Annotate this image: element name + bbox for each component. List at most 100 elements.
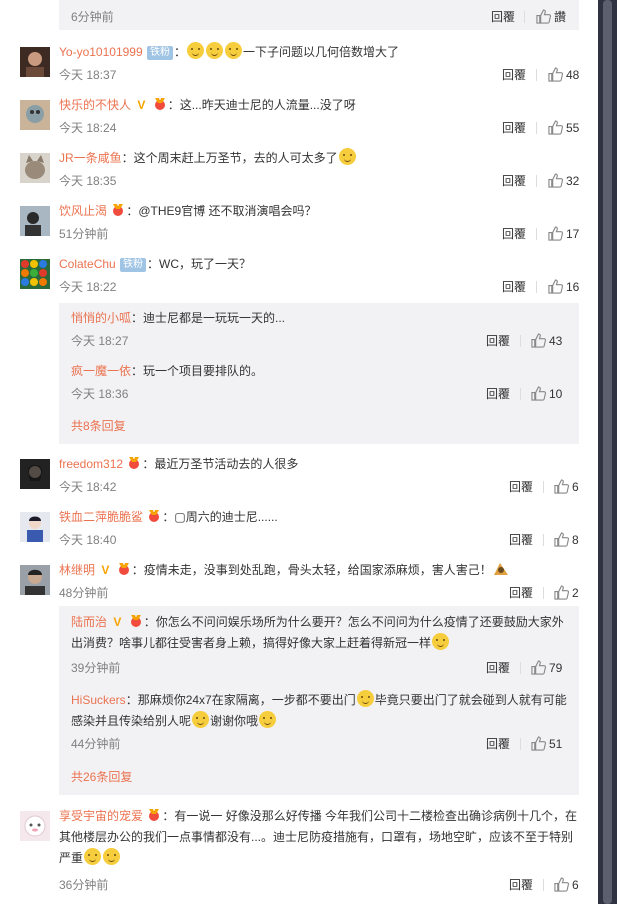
divider bbox=[536, 281, 537, 293]
view-more-replies-link[interactable]: 共8条回复 bbox=[71, 419, 126, 433]
divider bbox=[520, 738, 521, 750]
avatar[interactable] bbox=[20, 512, 50, 542]
avatar-image bbox=[20, 206, 50, 236]
divider bbox=[536, 69, 537, 81]
username[interactable]: 享受宇宙的宠爱 bbox=[59, 809, 143, 823]
comment-feed: 6分钟前 回覆 讚 Yo-yo10101999 铁粉：一下子问题以几何倍数增大了… bbox=[0, 0, 598, 904]
like-count: 43 bbox=[549, 334, 563, 348]
avatar[interactable] bbox=[20, 259, 50, 289]
reply-text: ：你怎么不问问娱乐场所为什么要开？怎么不问问为什么疫情了还要鼓励大家外出消费？啥… bbox=[71, 615, 564, 650]
username[interactable]: 快乐的不快人 bbox=[59, 98, 131, 112]
divider bbox=[536, 228, 537, 240]
comment-time: 今天 18:40 bbox=[59, 533, 117, 547]
emoji-icon bbox=[356, 690, 374, 707]
comment-time: 今天 18:35 bbox=[59, 174, 117, 188]
thumbs-up-icon bbox=[548, 173, 563, 188]
avatar-image bbox=[20, 259, 50, 289]
thumbs-up-icon bbox=[548, 279, 563, 294]
avatar[interactable] bbox=[20, 459, 50, 489]
avatar-image bbox=[20, 100, 50, 130]
like-count: 6 bbox=[572, 878, 579, 892]
reply-button[interactable]: 回覆 bbox=[502, 280, 526, 294]
username[interactable]: 疯一魔一依 bbox=[71, 364, 131, 378]
reply-button[interactable]: 回覆 bbox=[491, 10, 515, 24]
username[interactable]: ColateChu bbox=[59, 257, 116, 271]
reply-button[interactable]: 回覆 bbox=[509, 586, 533, 600]
reply-button[interactable]: 回覆 bbox=[486, 737, 510, 751]
reply-button[interactable]: 回覆 bbox=[502, 121, 526, 135]
username[interactable]: 陆而治 bbox=[71, 615, 107, 629]
username[interactable]: Yo-yo10101999 bbox=[59, 45, 143, 59]
avatar[interactable] bbox=[20, 100, 50, 130]
thumbs-up-icon bbox=[554, 532, 569, 547]
username[interactable]: 悄悄的小呱 bbox=[71, 311, 131, 325]
like-label: 讚 bbox=[554, 10, 567, 24]
thumbs-up-icon bbox=[536, 9, 551, 24]
reply-button[interactable]: 回覆 bbox=[502, 227, 526, 241]
thumbs-up-icon bbox=[554, 877, 569, 892]
username[interactable]: 林继明 bbox=[59, 563, 95, 577]
fan-badge: 铁粉 bbox=[120, 258, 147, 272]
divider bbox=[520, 388, 521, 400]
view-more-replies-link[interactable]: 共26条回复 bbox=[71, 770, 132, 784]
emoji-icon bbox=[187, 42, 204, 59]
comment-time: 今天 18:37 bbox=[59, 68, 117, 82]
avatar[interactable] bbox=[20, 811, 50, 841]
emoji-icon bbox=[259, 711, 277, 728]
medal-icon bbox=[113, 204, 124, 216]
divider bbox=[543, 534, 544, 546]
reply-button[interactable]: 回覆 bbox=[509, 533, 533, 547]
like-count: 16 bbox=[566, 280, 580, 294]
medal-icon bbox=[130, 615, 141, 627]
comment-time: 36分钟前 bbox=[59, 878, 109, 892]
username[interactable]: HiSuckers bbox=[71, 693, 126, 707]
divider bbox=[536, 175, 537, 187]
thumbs-up-icon bbox=[548, 226, 563, 241]
like-count: 2 bbox=[572, 586, 579, 600]
avatar[interactable] bbox=[20, 565, 50, 595]
sticker-icon bbox=[493, 563, 508, 575]
avatar[interactable] bbox=[20, 206, 50, 236]
divider bbox=[543, 481, 544, 493]
username[interactable]: freedom312 bbox=[59, 457, 123, 471]
scrollbar-thumb[interactable] bbox=[603, 0, 612, 904]
reply-button[interactable]: 回覆 bbox=[486, 387, 510, 401]
like-count: 8 bbox=[572, 533, 579, 547]
reply-button[interactable]: 回覆 bbox=[509, 878, 533, 892]
like-count: 32 bbox=[566, 174, 580, 188]
comment-body: 铁血二萍脆脆鲨 ：▢周六的迪士尼...... bbox=[59, 507, 580, 527]
username[interactable]: 饮风止渴 bbox=[59, 204, 107, 218]
avatar[interactable] bbox=[20, 47, 50, 77]
comment-text: ：这...昨天迪士尼的人流量...没了呀 bbox=[167, 98, 356, 112]
reply-time: 今天 18:36 bbox=[71, 387, 129, 401]
divider bbox=[524, 11, 525, 23]
reply-time: 44分钟前 bbox=[71, 737, 121, 751]
medal-icon bbox=[149, 510, 160, 522]
comment-body: 享受宇宙的宠爱 ：有一说一 好像没那么好传播 今年我们公司十二楼检查出确诊病例十… bbox=[59, 806, 580, 869]
medal-icon bbox=[129, 457, 140, 469]
username[interactable]: 铁血二萍脆脆鲨 bbox=[59, 510, 143, 524]
reply-button[interactable]: 回覆 bbox=[502, 68, 526, 82]
divider bbox=[520, 662, 521, 674]
medal-icon bbox=[154, 98, 165, 110]
thumbs-up-icon bbox=[531, 386, 546, 401]
emoji-icon bbox=[338, 148, 356, 165]
reply-button[interactable]: 回覆 bbox=[509, 480, 533, 494]
thumbs-up-icon bbox=[554, 585, 569, 600]
comment-text: 一下子问题以几何倍数增大了 bbox=[243, 45, 400, 59]
thumbs-up-icon bbox=[554, 479, 569, 494]
reply-body: 悄悄的小呱：迪士尼都是一玩玩一天的... bbox=[71, 308, 567, 328]
vip-icon: V bbox=[137, 98, 146, 112]
divider bbox=[536, 122, 537, 134]
avatar[interactable] bbox=[20, 153, 50, 183]
avatar-image bbox=[20, 47, 50, 77]
emoji-icon bbox=[103, 848, 121, 865]
reply-button[interactable]: 回覆 bbox=[486, 661, 510, 675]
medal-icon bbox=[149, 809, 160, 821]
divider bbox=[543, 587, 544, 599]
emoji-icon bbox=[432, 633, 450, 650]
reply-button[interactable]: 回覆 bbox=[502, 174, 526, 188]
reply-button[interactable]: 回覆 bbox=[486, 334, 510, 348]
username[interactable]: JR一条咸鱼 bbox=[59, 151, 122, 165]
comment-time: 今天 18:42 bbox=[59, 480, 117, 494]
